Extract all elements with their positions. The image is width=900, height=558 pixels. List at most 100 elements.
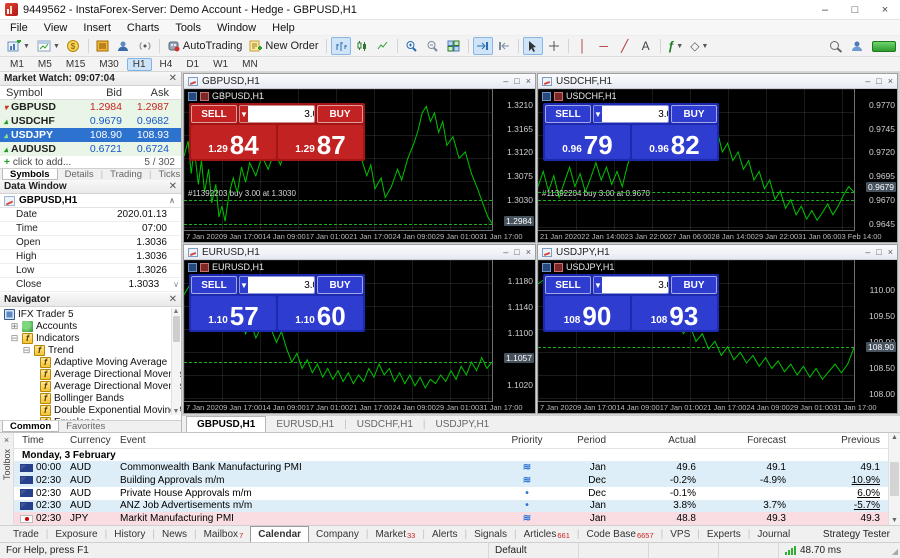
price-chart[interactable]: EURUSD,H1 SELL ▼ ▲ BUY 1.1057 1. <box>184 260 493 401</box>
chart-tab-usdjpy[interactable]: USDJPY,H1 <box>426 416 500 432</box>
calendar-header[interactable]: Time Currency Event Priority Period Actu… <box>14 433 888 449</box>
volume-decrease-button[interactable]: ▼ <box>594 277 602 293</box>
close-icon[interactable]: × <box>526 247 531 257</box>
menu-tools[interactable]: Tools <box>167 20 209 35</box>
price-scale[interactable]: 110.00 109.50 109.00 108.50 108.00 108.9… <box>855 260 897 401</box>
minimize-icon[interactable]: – <box>865 76 870 86</box>
tab-vps[interactable]: VPS <box>663 526 697 542</box>
tf-h4[interactable]: H4 <box>154 58 179 71</box>
tab-news[interactable]: News <box>155 526 194 542</box>
navigator-scrollbar[interactable]: ▲ ▼ <box>171 308 180 415</box>
tf-m1[interactable]: M1 <box>4 58 30 71</box>
time-scale[interactable]: 7 Jan 2020 9 Jan 17:00 14 Jan 09:00 17 Jan … <box>538 401 877 413</box>
minimize-icon[interactable]: – <box>503 76 508 86</box>
market-watch-row[interactable]: GBPUSD 1.2984 1.2987 <box>0 100 181 114</box>
tree-leaf[interactable]: f Adaptive Moving Average <box>0 356 181 368</box>
buy-button[interactable]: BUY <box>317 276 363 294</box>
calendar-scrollbar[interactable]: ▲ ▼ <box>888 433 900 525</box>
new-order-button[interactable]: New Order <box>246 37 321 55</box>
close-icon[interactable]: × <box>526 76 531 86</box>
chart-window-titlebar[interactable]: GBPUSD,H1 – □ × <box>184 74 535 89</box>
maximize-icon[interactable]: □ <box>876 76 881 86</box>
community-icon[interactable] <box>847 37 867 55</box>
tab-articles[interactable]: Articles 661 <box>517 526 577 542</box>
menu-charts[interactable]: Charts <box>119 20 167 35</box>
status-profile[interactable]: Default <box>488 543 578 558</box>
volume-input[interactable] <box>601 106 668 122</box>
close-icon[interactable]: × <box>888 247 893 257</box>
close-icon[interactable]: × <box>870 0 900 19</box>
search-icon[interactable] <box>826 37 846 55</box>
minimize-icon[interactable]: – <box>810 0 840 19</box>
market-watch-icon[interactable]: $ <box>64 37 84 55</box>
tab-company[interactable]: Company <box>309 526 366 542</box>
maximize-icon[interactable]: □ <box>876 247 881 257</box>
chart-window-titlebar[interactable]: EURUSD,H1 – □ × <box>184 245 535 260</box>
tab-market[interactable]: Market 33 <box>368 526 422 542</box>
tab-trade[interactable]: Trade <box>6 526 46 542</box>
tree-leaf[interactable]: f Average Directional Movement <box>0 380 181 392</box>
calendar-row[interactable]: 02:30 JPY Markit Manufacturing PMI ≋ Jan… <box>14 512 888 525</box>
chart-shift-icon[interactable] <box>494 37 514 55</box>
status-connection[interactable]: 48.70 ms <box>778 543 888 558</box>
price-scale[interactable]: 1.3210 1.3165 1.3120 1.3075 1.3030 1.298… <box>493 89 535 230</box>
calendar-row[interactable]: 02:30 AUD Building Approvals m/m ≋ Dec -… <box>14 474 888 487</box>
tab-history[interactable]: History <box>107 526 152 542</box>
time-scale[interactable]: 21 Jan 2020 22 Jan 14:00 23 Jan 22:00 27 Ja… <box>538 230 882 242</box>
close-icon[interactable]: ✕ <box>169 294 177 305</box>
close-icon[interactable]: ✕ <box>169 181 177 192</box>
navigator-icon[interactable] <box>114 37 134 55</box>
tf-w1[interactable]: W1 <box>207 58 234 71</box>
candlestick-mode-icon[interactable] <box>352 37 372 55</box>
resize-grip[interactable]: ◢ <box>888 543 900 558</box>
tab-details[interactable]: Details <box>58 169 101 180</box>
menu-window[interactable]: Window <box>209 20 264 35</box>
tf-d1[interactable]: D1 <box>180 58 205 71</box>
add-symbol-row[interactable]: + click to add... 5 / 302 <box>0 156 181 168</box>
tree-leaf[interactable]: f Double Exponential Moving Av <box>0 404 181 416</box>
menu-view[interactable]: View <box>36 20 76 35</box>
tab-signals[interactable]: Signals <box>467 526 514 542</box>
new-chart-icon[interactable]: ▼ <box>4 37 33 55</box>
buy-button[interactable]: BUY <box>317 105 363 123</box>
data-window-symbol[interactable]: GBPUSD,H1 ∧ <box>0 194 181 208</box>
volume-decrease-button[interactable]: ▼ <box>240 277 248 293</box>
sell-price-button[interactable]: 0.96 79 <box>545 125 630 159</box>
buy-price-button[interactable]: 108 93 <box>632 296 717 330</box>
chart-window-titlebar[interactable]: USDCHF,H1 – □ × <box>538 74 897 89</box>
tree-item-accounts[interactable]: ⊞ Accounts <box>0 320 181 332</box>
tf-m5[interactable]: M5 <box>32 58 58 71</box>
sell-button[interactable]: SELL <box>545 276 591 294</box>
tab-symbols[interactable]: Symbols <box>2 169 58 180</box>
collapse-icon[interactable]: ⊟ <box>22 345 31 355</box>
zoom-out-icon[interactable] <box>423 37 443 55</box>
menu-file[interactable]: File <box>2 20 36 35</box>
tree-item-trend[interactable]: ⊟ f Trend <box>0 344 181 356</box>
minimize-icon[interactable]: – <box>865 247 870 257</box>
chart-tab-gbpusd[interactable]: GBPUSD,H1 <box>186 416 267 432</box>
broadcast-icon[interactable] <box>135 37 155 55</box>
tab-alerts[interactable]: Alerts <box>425 526 465 542</box>
autotrading-button[interactable]: AutoTrading <box>164 37 246 55</box>
tab-favorites[interactable]: Favorites <box>59 421 112 432</box>
navigator-header[interactable]: Navigator ✕ <box>0 293 181 307</box>
tree-leaf[interactable]: f Average Directional Movement <box>0 368 181 380</box>
tab-exposure[interactable]: Exposure <box>48 526 104 542</box>
maximize-icon[interactable]: □ <box>514 76 519 86</box>
profiles-icon[interactable]: ▼ <box>34 37 63 55</box>
price-chart[interactable]: USDJPY,H1 SELL ▼ ▲ BUY 10890 108 <box>538 260 855 401</box>
buy-price-button[interactable]: 0.96 82 <box>632 125 717 159</box>
buy-button[interactable]: BUY <box>671 105 717 123</box>
trendline-icon[interactable]: ╱ <box>615 37 635 55</box>
tab-journal[interactable]: Journal <box>750 526 797 542</box>
maximize-icon[interactable]: □ <box>840 0 870 19</box>
price-scale[interactable]: 0.9770 0.9745 0.9720 0.9695 0.9670 0.964… <box>855 89 897 230</box>
line-chart-mode-icon[interactable] <box>373 37 393 55</box>
volume-input[interactable] <box>247 277 314 293</box>
tf-h1[interactable]: H1 <box>126 57 152 71</box>
vertical-line-icon[interactable]: │ <box>573 37 593 55</box>
scroll-down-icon[interactable]: ∨ <box>173 280 181 289</box>
market-watch-row-selected[interactable]: USDJPY 108.90 108.93 <box>0 128 181 142</box>
price-chart[interactable]: GBPUSD,H1 #11392203 buy 3.00 at 1.3030 S… <box>184 89 493 230</box>
zoom-in-icon[interactable] <box>402 37 422 55</box>
